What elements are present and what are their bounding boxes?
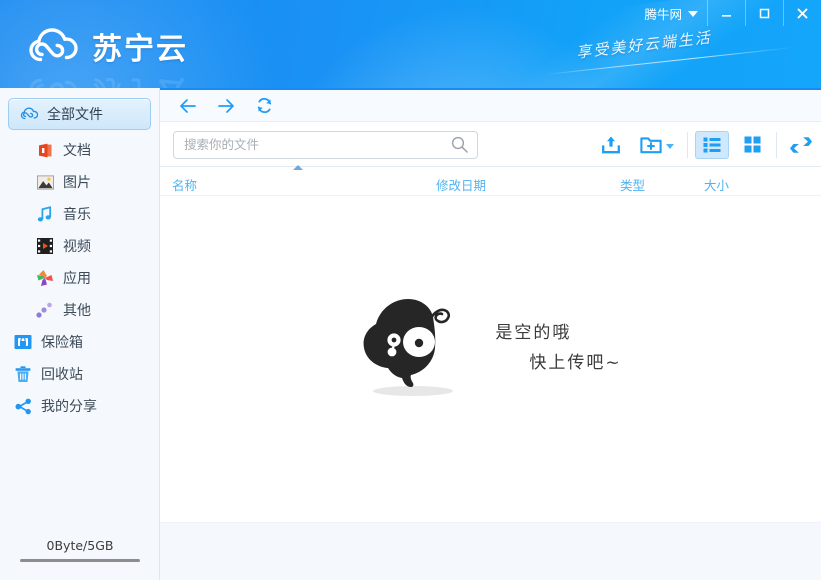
search-input[interactable]	[174, 133, 441, 157]
column-header-name[interactable]: 名称	[172, 175, 197, 194]
chevron-down-icon	[688, 11, 698, 17]
storage-usage-text: 0Byte/5GB	[0, 538, 160, 553]
new-folder-icon	[640, 135, 662, 155]
sidebar-item-safe-box[interactable]: 保险箱	[0, 326, 159, 358]
column-header-size[interactable]: 大小	[704, 175, 729, 194]
arrow-left-icon	[178, 97, 198, 115]
brand-reflection: 苏宁云	[26, 72, 188, 88]
column-header-modified[interactable]: 修改日期	[436, 175, 486, 194]
toolbar-divider	[687, 132, 688, 158]
main-panel: 名称 修改日期 类型 大小 是空的哦	[160, 88, 821, 580]
main-footer-strip	[160, 522, 821, 580]
search-box[interactable]	[173, 131, 478, 159]
close-button[interactable]	[783, 0, 821, 26]
empty-state-text: 是空的哦 快上传吧~	[495, 319, 621, 379]
cloud-icon	[20, 105, 38, 123]
maximize-button[interactable]	[745, 0, 783, 26]
sort-ascending-icon[interactable]	[293, 165, 303, 170]
brand: 苏宁云	[26, 24, 188, 68]
back-button[interactable]	[177, 95, 199, 117]
refresh-button[interactable]	[253, 95, 275, 117]
sidebar-item-label: 回收站	[41, 364, 83, 384]
brand-name: 苏宁云	[92, 24, 188, 68]
navigation-bar	[160, 90, 821, 122]
sidebar-item-label: 其他	[63, 300, 91, 320]
file-list-header: 名称 修改日期 类型 大小	[160, 168, 821, 196]
blob-mascot-icon	[359, 295, 469, 404]
sidebar-item-documents[interactable]: 文档	[0, 134, 159, 166]
file-toolbar	[160, 123, 821, 167]
minimize-button[interactable]	[707, 0, 745, 26]
sidebar-item-all-files[interactable]: 全部文件	[8, 98, 151, 130]
toolbar-divider-2	[776, 132, 777, 158]
new-folder-button[interactable]	[631, 123, 683, 167]
app-pinwheel-icon	[36, 269, 54, 287]
search-icon[interactable]	[451, 136, 468, 158]
grid-view-button[interactable]	[735, 131, 769, 159]
sidebar: 全部文件 文档 图片	[0, 88, 160, 580]
list-view-button[interactable]	[695, 131, 729, 159]
suning-cloud-window: 苏宁云 苏宁云 享受美好云端生活 腾牛网	[0, 0, 821, 580]
cloud-logo-icon	[26, 24, 78, 68]
app-header-banner: 苏宁云 苏宁云 享受美好云端生活 腾牛网	[0, 0, 821, 88]
sidebar-item-label: 视频	[63, 236, 91, 256]
document-icon	[36, 141, 54, 159]
toolbar-actions	[591, 123, 821, 167]
sidebar-item-label: 全部文件	[47, 104, 103, 124]
safe-box-icon	[14, 333, 32, 351]
column-header-type[interactable]: 类型	[620, 175, 645, 194]
arrow-right-icon	[216, 97, 236, 115]
account-name: 腾牛网	[644, 4, 682, 23]
storage-progress-bar	[20, 559, 140, 562]
sidebar-item-label: 音乐	[63, 204, 91, 224]
close-icon	[796, 7, 809, 20]
share-icon	[14, 397, 32, 415]
empty-state-line2: 快上传吧~	[495, 349, 621, 379]
trash-icon	[14, 365, 32, 383]
list-view-icon	[703, 137, 721, 153]
sidebar-item-apps[interactable]: 应用	[0, 262, 159, 294]
brand-name-reflection: 苏宁云	[92, 72, 188, 88]
other-dots-icon	[36, 301, 54, 319]
sidebar-item-label: 保险箱	[41, 332, 83, 352]
minimize-icon	[720, 7, 733, 20]
grid-view-icon	[744, 136, 761, 153]
sidebar-item-pictures[interactable]: 图片	[0, 166, 159, 198]
picture-icon	[36, 173, 54, 191]
forward-button[interactable]	[215, 95, 237, 117]
sidebar-item-label: 图片	[63, 172, 91, 192]
maximize-icon	[758, 7, 771, 20]
refresh-icon	[255, 96, 274, 115]
transfer-button[interactable]	[781, 123, 821, 167]
sidebar-item-my-shares[interactable]: 我的分享	[0, 390, 159, 422]
empty-state-line1: 是空的哦	[495, 319, 621, 349]
sidebar-item-music[interactable]: 音乐	[0, 198, 159, 230]
sidebar-item-recycle-bin[interactable]: 回收站	[0, 358, 159, 390]
film-icon	[36, 237, 54, 255]
caret-down-icon[interactable]	[666, 144, 674, 149]
upload-icon	[600, 134, 622, 156]
transfer-arrows-icon	[789, 135, 813, 155]
sidebar-item-videos[interactable]: 视频	[0, 230, 159, 262]
empty-state: 是空的哦 快上传吧~	[160, 196, 821, 502]
title-bar-controls: 腾牛网	[634, 0, 821, 26]
account-menu[interactable]: 腾牛网	[634, 0, 707, 26]
cloud-logo-reflection-icon	[26, 72, 78, 88]
upload-button[interactable]	[591, 123, 631, 167]
music-note-icon	[36, 205, 54, 223]
sidebar-item-label: 文档	[63, 140, 91, 160]
sidebar-item-label: 我的分享	[41, 396, 97, 416]
sidebar-item-label: 应用	[63, 268, 91, 288]
storage-indicator: 0Byte/5GB	[0, 538, 160, 562]
sidebar-item-other[interactable]: 其他	[0, 294, 159, 326]
